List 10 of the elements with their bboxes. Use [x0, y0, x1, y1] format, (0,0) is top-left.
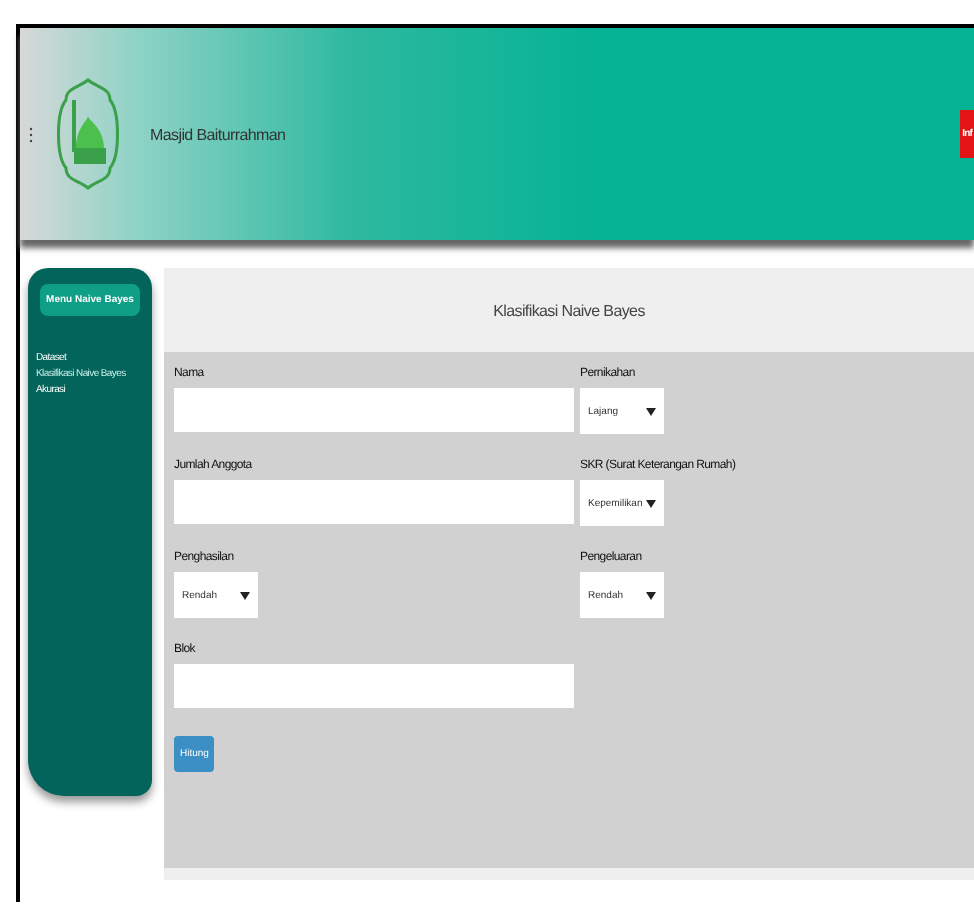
input-field[interactable] [174, 388, 574, 432]
card-title: Klasifikasi Naive Bayes [493, 301, 645, 319]
mosque-logo-icon [54, 72, 122, 196]
caret-icon [646, 499, 656, 507]
input-field[interactable] [174, 480, 574, 524]
site-title: Masjid Baiturrahman [150, 125, 288, 143]
input-field[interactable] [174, 664, 574, 708]
caret-icon [646, 407, 656, 415]
caret-icon [240, 591, 250, 599]
caret-icon [646, 591, 656, 599]
